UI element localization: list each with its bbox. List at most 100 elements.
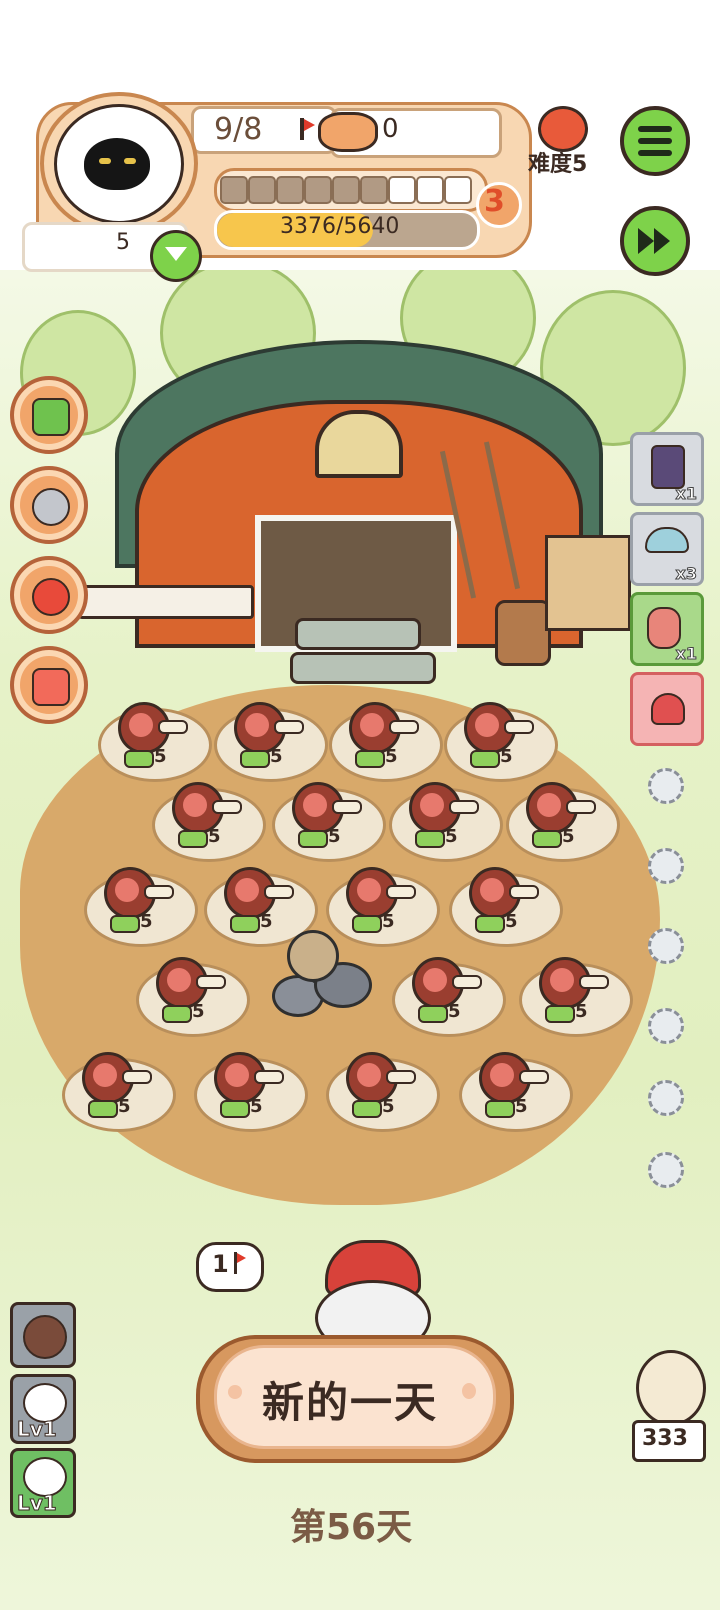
plot-count: 5 [208, 826, 221, 847]
heart-card-item[interactable] [630, 672, 704, 746]
bone-icon [389, 720, 419, 734]
black-cat-icon [84, 138, 150, 190]
meat-plot[interactable]: 5 [325, 700, 445, 782]
segment-tile [220, 176, 248, 204]
heart-card-icon [651, 693, 685, 725]
sprout-icon [418, 1005, 448, 1023]
cat-slot-1[interactable]: Lv1 [10, 1374, 76, 1444]
meat-plot[interactable]: 5 [148, 780, 268, 862]
bone-icon [196, 975, 226, 989]
badge-number: 3 [484, 184, 505, 219]
potion-icon [32, 578, 70, 616]
bone-icon [122, 1070, 152, 1084]
sprout-icon [88, 1100, 118, 1118]
owl-icon [636, 1350, 706, 1426]
bone-icon [386, 885, 416, 899]
flag-bubble [196, 1242, 264, 1292]
potion-button[interactable] [10, 556, 88, 634]
level-dropdown-button[interactable] [150, 230, 202, 282]
segment-tile [248, 176, 276, 204]
sun-icon [228, 1385, 242, 1399]
plot-count: 5 [500, 746, 513, 767]
cat-eye [124, 158, 136, 164]
player-avatar[interactable] [40, 92, 198, 235]
plot-count: 5 [382, 911, 395, 932]
menu-button[interactable] [620, 106, 690, 176]
meat-plot[interactable]: 5 [388, 955, 508, 1037]
food-count-text: 0 [382, 114, 399, 144]
plot-count: 5 [192, 1001, 205, 1022]
bone-icon [449, 800, 479, 814]
sprout-icon [110, 915, 140, 933]
sprout-icon [355, 750, 385, 768]
new-day-button[interactable]: 新的一天 [196, 1335, 514, 1463]
gear-icon [648, 1080, 684, 1116]
slot-level: Lv1 [17, 1417, 58, 1442]
plot-count: 5 [562, 826, 575, 847]
potion-jar-item[interactable]: x1 [630, 432, 704, 506]
meat-plot[interactable]: 5 [322, 1050, 442, 1132]
bone-icon [144, 885, 174, 899]
sprout-icon [545, 1005, 575, 1023]
meat-plot[interactable]: 5 [455, 1050, 575, 1132]
menu-icon [638, 126, 672, 132]
meatball-slot[interactable] [10, 1302, 76, 1368]
carrot-planter [78, 585, 254, 619]
bone-icon [212, 800, 242, 814]
cat-slot-2[interactable]: Lv1 [10, 1448, 76, 1518]
bone-icon [452, 975, 482, 989]
sprout-icon [475, 915, 505, 933]
bone-icon [509, 885, 539, 899]
bowl-icon [32, 488, 70, 526]
owl-counter[interactable]: 333 [632, 1350, 706, 1462]
meat-plot[interactable]: 5 [94, 700, 214, 782]
cat-card-icon [32, 668, 70, 706]
worm-item[interactable]: x1 [630, 592, 704, 666]
flag-icon-banner [304, 119, 315, 131]
flag-count-text: 9/8 [214, 112, 263, 147]
meat-plot[interactable]: 5 [58, 1050, 178, 1132]
item-count: x3 [675, 564, 697, 584]
sprout-icon [485, 1100, 515, 1118]
gear-icon [648, 1152, 684, 1188]
sprout-icon [220, 1100, 250, 1118]
meat-plot[interactable]: 5 [268, 780, 388, 862]
bone-icon [386, 1070, 416, 1084]
plot-count: 5 [328, 826, 341, 847]
sprout-icon [415, 830, 445, 848]
meat-plot[interactable]: 5 [210, 700, 330, 782]
owl-count: 333 [642, 1426, 688, 1451]
flag-icon-banner [237, 1253, 246, 1263]
bone-icon [264, 885, 294, 899]
meat-plot[interactable]: 5 [515, 955, 635, 1037]
meat-plot[interactable]: 5 [445, 865, 565, 947]
sprout-icon [230, 915, 260, 933]
fast-forward-button[interactable] [620, 206, 690, 276]
level-value: 5 [116, 230, 130, 255]
food-bowl-icon [318, 112, 378, 152]
difficulty-label: 难度5 [528, 152, 588, 177]
health-kit-button[interactable] [10, 376, 88, 454]
fast-forward-icon [638, 228, 654, 254]
meat-plot[interactable]: 5 [80, 865, 200, 947]
item-count: x1 [675, 644, 697, 664]
bone-icon [274, 720, 304, 734]
rat-group [262, 930, 372, 1020]
segment-tile [304, 176, 332, 204]
meat-plot[interactable]: 5 [385, 780, 505, 862]
segment-tile [276, 176, 304, 204]
meat-plot[interactable]: 5 [132, 955, 252, 1037]
sprout-icon [532, 830, 562, 848]
plot-count: 5 [515, 1096, 528, 1117]
plot-count: 5 [260, 911, 273, 932]
bowl-button[interactable] [10, 466, 88, 544]
crates [545, 535, 631, 631]
meat-plot[interactable]: 5 [502, 780, 622, 862]
plot-count: 5 [250, 1096, 263, 1117]
barn-window [315, 410, 403, 478]
cat-card-button[interactable] [10, 646, 88, 724]
mushroom-item[interactable]: x3 [630, 512, 704, 586]
meat-plot[interactable]: 5 [440, 700, 560, 782]
bone-icon [332, 800, 362, 814]
meat-plot[interactable]: 5 [190, 1050, 310, 1132]
